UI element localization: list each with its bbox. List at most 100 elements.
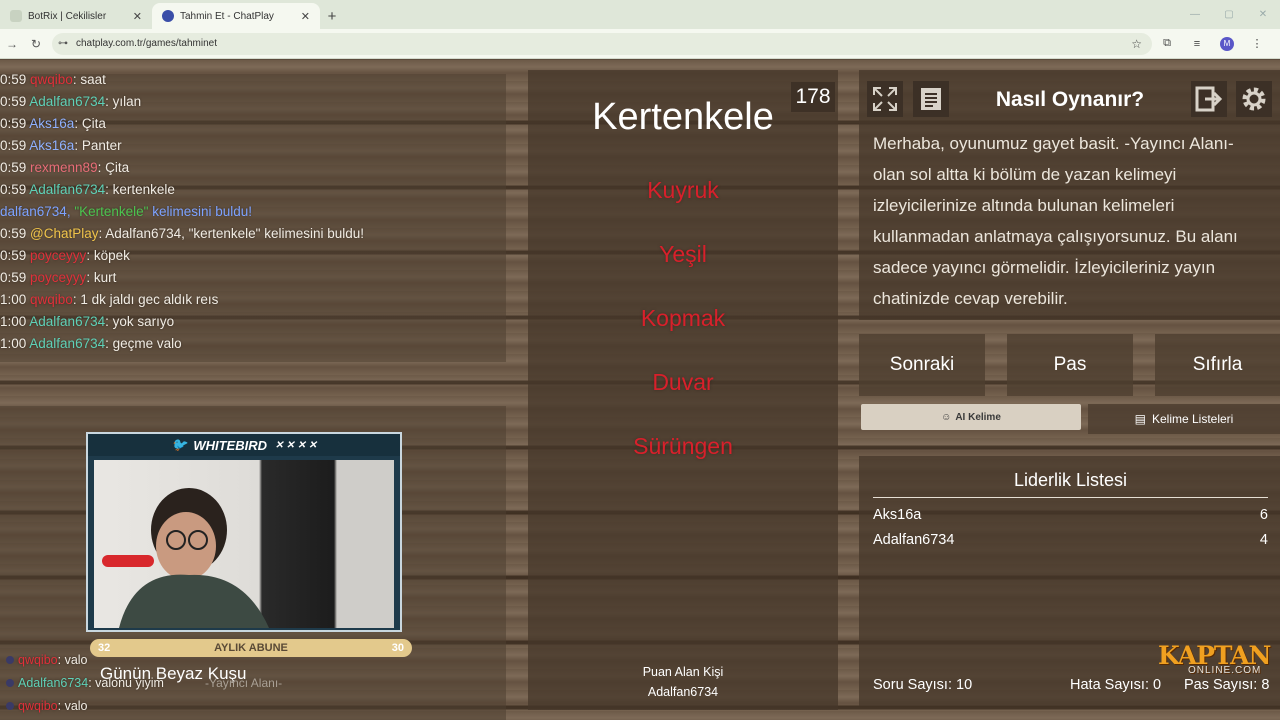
chat-message: 1:00 Adalfan6734: yok sarıyo: [0, 314, 174, 329]
clipboard-icon: ▤: [1134, 412, 1146, 426]
chat-username[interactable]: Aks16a: [29, 116, 74, 131]
bird-icon: 🐦: [171, 437, 188, 452]
howto-line: olan sol altta ki bölüm de yazan kelimey…: [873, 165, 1177, 184]
chat-time: 0:59: [0, 72, 31, 87]
streamer-area-label: -Yayıncı Alanı-: [205, 676, 283, 690]
chat-message: 0:59 poyceyyy: köpek: [0, 248, 130, 263]
howto-line: chatinizde cevap verebilir.: [873, 289, 1068, 308]
forward-icon[interactable]: →: [0, 37, 24, 51]
player-score: 4: [1259, 532, 1268, 548]
fullscreen-icon[interactable]: [867, 81, 903, 117]
chat-username[interactable]: poyceyyy: [30, 248, 86, 263]
address-bar-row: → ↻ ⊶ chatplay.com.tr/games/tahminet ☆ ⧉…: [0, 29, 1280, 59]
ai-word-button[interactable]: ☺ AI Kelime: [861, 404, 1081, 430]
chat-username[interactable]: dalfan6734,: [0, 204, 74, 219]
chat-message: 1:00 Adalfan6734: geçme valo: [0, 336, 182, 351]
pass-count: Pas Sayısı: 8: [1184, 677, 1270, 693]
menu-icon[interactable]: ⋮: [1242, 37, 1272, 50]
chat-username[interactable]: Adalfan6734: [29, 182, 105, 197]
forbidden-word: Sürüngen: [633, 433, 733, 459]
forbidden-word: Yeşil: [659, 241, 707, 267]
timer-counter: 178: [791, 82, 835, 112]
scorer-label: Puan Alan Kişi: [642, 665, 724, 679]
chat-text: kelimesini buldu!: [148, 204, 253, 219]
chat-username[interactable]: rexmenn89: [30, 160, 98, 175]
chat-username[interactable]: qwqibo: [30, 292, 73, 307]
chat-message: 0:59 qwqibo: saat: [0, 72, 106, 87]
howto-title: Nasıl Oynanır?: [995, 88, 1145, 111]
chat-username[interactable]: Adalfan6734: [29, 314, 105, 329]
minimize-icon[interactable]: —: [1178, 9, 1212, 20]
tab-botrix[interactable]: BotRix | Cekilisler ✕: [0, 3, 152, 29]
tab-tahmin-et[interactable]: Tahmin Et - ChatPlay ✕: [152, 3, 320, 29]
player-name: Aks16a: [873, 507, 922, 523]
url-text: chatplay.com.tr/games/tahminet: [76, 38, 217, 49]
chat-text: : kertenkele: [105, 182, 175, 197]
maximize-icon[interactable]: ▢: [1212, 9, 1246, 20]
sub-right-count: 30: [391, 642, 404, 654]
logo-subtext: ONLINE.COM: [1188, 665, 1262, 676]
forbidden-word: Kopmak: [640, 305, 726, 331]
forbidden-word: Kuyruk: [647, 177, 719, 203]
gear-icon[interactable]: [1236, 81, 1272, 117]
chat-time: 0:59: [0, 248, 31, 263]
leaderboard-row: Aks16a 6: [873, 507, 1268, 523]
url-input[interactable]: ⊶ chatplay.com.tr/games/tahminet ☆: [52, 32, 1152, 55]
chat-text: : yok sarıyo: [105, 314, 175, 329]
kaptan-logo: KAPTAN ONLINE.COM: [1158, 641, 1271, 676]
profile-avatar[interactable]: M: [1220, 36, 1234, 51]
chat-username[interactable]: qwqibo: [18, 699, 58, 713]
new-tab-button[interactable]: +: [320, 3, 344, 29]
close-icon[interactable]: ✕: [301, 10, 310, 23]
chat-time: 0:59: [0, 182, 30, 197]
reset-button[interactable]: Sıfırla: [1155, 334, 1280, 396]
chat-time: 0:59: [0, 270, 31, 285]
word-lists-button[interactable]: ▤ Kelime Listeleri: [1088, 404, 1280, 434]
chat-username[interactable]: Adalfan6734: [18, 676, 88, 690]
chat-message: 0:59 Aks16a: Panter: [0, 138, 122, 153]
document-icon[interactable]: [913, 81, 949, 117]
chat-username[interactable]: Adalfan6734: [29, 336, 105, 351]
chat-username[interactable]: Aks16a: [29, 138, 74, 153]
word-lists-label: Kelime Listeleri: [1151, 412, 1234, 426]
site-info-icon[interactable]: ⊶: [58, 38, 68, 49]
chat-username[interactable]: Adalfan6734: [29, 94, 105, 109]
pass-button[interactable]: Pas: [1007, 334, 1133, 396]
cam-brand: WHITEBIRD: [193, 437, 267, 453]
window-controls: — ▢ ✕: [1178, 0, 1280, 29]
extensions-icon[interactable]: ⧉: [1152, 37, 1182, 50]
chat-message: 0:59 @ChatPlay: Adalfan6734, "kertenkele…: [0, 226, 364, 241]
streamer-figure: [102, 488, 269, 628]
chat-time: 1:00: [0, 292, 31, 307]
chat-message: 0:59 rexmenn89: Çita: [0, 160, 129, 175]
bookmark-star-icon[interactable]: ☆: [1131, 37, 1142, 51]
chat-message: 0:59 Adalfan6734: kertenkele: [0, 182, 175, 197]
user-badge-icon: [6, 679, 14, 687]
close-window-icon[interactable]: ✕: [1246, 9, 1280, 20]
chat-message: Adalfan6734: valonu yiyim: [0, 676, 164, 690]
chat-username[interactable]: @ChatPlay: [30, 226, 98, 241]
chat-username[interactable]: qwqibo: [18, 653, 58, 667]
chat-time: 1:00: [0, 314, 30, 329]
leaderboard-row: Adalfan6734 4: [873, 532, 1268, 548]
player-score: 6: [1259, 507, 1268, 523]
close-icon[interactable]: ✕: [133, 10, 142, 23]
chat-text: : valonu yiyim: [88, 676, 164, 690]
chat-message: 1:00 qwqibo: 1 dk jaldı gec aldık reıs: [0, 292, 218, 307]
next-button[interactable]: Sonraki: [859, 334, 985, 396]
chat-text: : Çita: [74, 116, 106, 131]
media-icon[interactable]: ≡: [1182, 38, 1212, 50]
chat-username[interactable]: poyceyyy: [30, 270, 86, 285]
ai-word-label: AI Kelime: [955, 411, 1001, 423]
chat-time: 0:59: [0, 116, 30, 131]
cam-header: 🐦 WHITEBIRD ✕ ✕ ✕ ✕: [88, 434, 400, 456]
question-count: Soru Sayısı: 10: [873, 677, 973, 693]
exit-icon[interactable]: [1191, 81, 1227, 117]
robot-icon: ☺: [941, 411, 952, 423]
forbidden-word: Duvar: [652, 369, 714, 395]
chat-message: qwqibo: valo: [0, 699, 88, 713]
chat-username[interactable]: qwqibo: [30, 72, 73, 87]
reload-icon[interactable]: ↻: [24, 37, 48, 51]
scorer-box: Puan Alan Kişi Adalfan6734: [528, 662, 838, 702]
howto-line: izleyicilerinize altında bulunan kelimel…: [873, 196, 1175, 215]
